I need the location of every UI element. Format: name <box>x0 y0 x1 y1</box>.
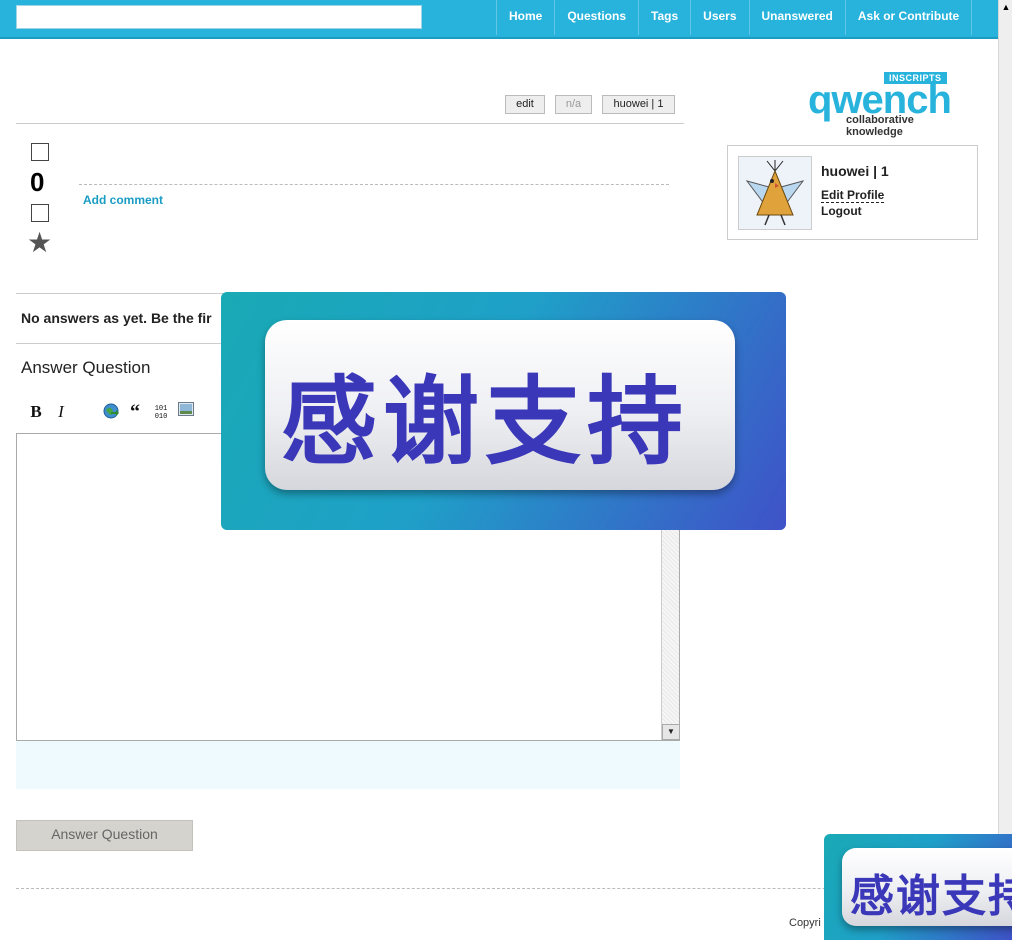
thanks-banner: 感谢支持 <box>221 292 786 530</box>
answer-question-heading: Answer Question <box>21 358 151 377</box>
vote-up-button[interactable] <box>31 143 49 161</box>
na-button[interactable]: n/a <box>555 95 592 114</box>
no-answers-text: No answers as yet. Be the fir <box>21 310 212 326</box>
nav-home[interactable]: Home <box>496 0 554 35</box>
nav-ask-or-contribute[interactable]: Ask or Contribute <box>844 0 973 35</box>
italic-icon[interactable]: I <box>51 402 71 422</box>
link-icon[interactable] <box>101 402 121 422</box>
banner-text: 感谢支持 <box>850 871 1012 922</box>
nav-questions[interactable]: Questions <box>554 0 638 35</box>
user-card: huowei | 1 Edit Profile Logout <box>727 145 978 240</box>
nav-tags[interactable]: Tags <box>638 0 690 35</box>
vote-down-button[interactable] <box>31 204 49 222</box>
code-icon[interactable]: 101 010 <box>151 405 171 425</box>
quote-icon[interactable]: “ <box>125 402 145 422</box>
logo-tagline: collaborative knowledge <box>846 114 914 138</box>
nav-unanswered[interactable]: Unanswered <box>748 0 845 35</box>
qwench-logo: INSCRIPTS qwench collaborative knowledge <box>806 72 966 138</box>
nav-users[interactable]: Users <box>690 0 748 35</box>
divider <box>16 123 684 124</box>
answer-preview <box>16 741 680 789</box>
search-input[interactable] <box>16 5 422 29</box>
vote-count: 0 <box>30 167 45 197</box>
banner-pill: 感谢支持 <box>265 320 735 490</box>
avatar <box>738 156 812 230</box>
top-nav-bar: Home Questions Tags Users Unanswered Ask… <box>0 0 998 39</box>
avatar-bird-icon <box>745 160 805 226</box>
scroll-down-arrow-icon[interactable]: ▼ <box>662 724 680 740</box>
banner-pill: 感谢支持 <box>842 848 1012 926</box>
favorite-star-icon[interactable]: ★ <box>27 228 52 258</box>
bold-icon[interactable]: B <box>26 402 46 422</box>
comment-divider <box>79 184 669 185</box>
add-comment-link[interactable]: Add comment <box>83 193 163 207</box>
thanks-banner-small: 感谢支持 <box>824 834 1012 940</box>
edit-button[interactable]: edit <box>505 95 545 114</box>
question-author-button[interactable]: huowei | 1 <box>602 95 675 114</box>
copyright-text: Copyri <box>789 917 821 929</box>
main-nav: Home Questions Tags Users Unanswered Ask… <box>496 0 973 37</box>
logout-link[interactable]: Logout <box>821 204 862 218</box>
scroll-up-arrow-icon[interactable]: ▲ <box>999 0 1012 14</box>
image-icon[interactable] <box>176 402 196 422</box>
banner-text: 感谢支持 <box>281 366 689 478</box>
page-scrollbar[interactable]: ▲ <box>998 0 1012 940</box>
edit-profile-link[interactable]: Edit Profile <box>821 188 885 203</box>
answer-question-button[interactable]: Answer Question <box>16 820 193 851</box>
user-name: huowei | 1 <box>821 163 889 179</box>
